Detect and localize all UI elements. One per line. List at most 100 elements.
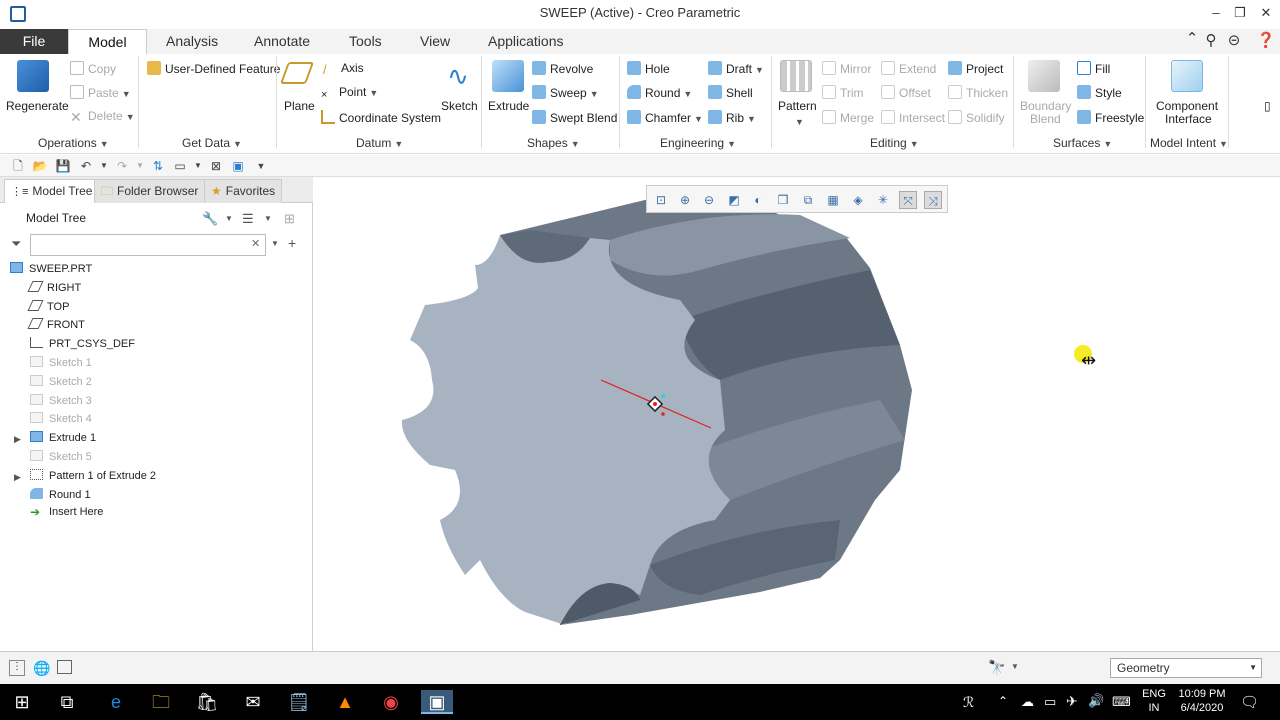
regenerate-small-icon[interactable]: ⇅	[150, 158, 166, 174]
tab-model[interactable]: Model	[68, 29, 147, 54]
tray-expand-icon[interactable]: ⌃	[998, 694, 1008, 708]
notepad-icon[interactable]: 🗒	[287, 690, 311, 714]
datum-display-filters-icon[interactable]: ◈	[849, 191, 867, 209]
style-button[interactable]: Style	[1077, 85, 1122, 100]
close-window-icon[interactable]: ⊠	[208, 158, 224, 174]
chrome-icon[interactable]: ◉	[379, 690, 403, 714]
add-filter-icon[interactable]: +	[288, 235, 296, 251]
axis-button[interactable]: / Axis	[323, 61, 364, 78]
thicken-button[interactable]: Thicken	[948, 85, 1008, 100]
tab-tools[interactable]: Tools	[343, 29, 388, 54]
shell-button[interactable]: Shell	[708, 85, 753, 100]
graphics-window[interactable]: ⇹	[314, 177, 1280, 651]
sketch-icon[interactable]: ∿	[442, 60, 474, 92]
show-navigator-icon[interactable]: ⋮	[9, 660, 25, 676]
mirror-button[interactable]: Mirror	[822, 61, 871, 76]
show-browser-icon[interactable]: 🌐	[33, 660, 50, 677]
language-indicator[interactable]: ENG IN	[1140, 687, 1168, 715]
paste-button[interactable]: Paste ▼	[70, 85, 131, 100]
tree-expand-icon[interactable]: ▶	[14, 472, 21, 483]
component-interface-icon[interactable]	[1171, 60, 1203, 92]
extend-button[interactable]: Extend	[881, 61, 936, 76]
rotate-view-icon[interactable]: ⤨	[924, 191, 942, 209]
undo-icon[interactable]: ↶	[78, 158, 94, 174]
delete-button[interactable]: ✕ Delete ▼	[70, 109, 135, 125]
tree-item[interactable]: Pattern 1 of Extrude 2	[30, 468, 156, 487]
minimize-button[interactable]: –	[1206, 4, 1226, 22]
pattern-icon[interactable]	[780, 60, 812, 92]
full-screen-icon[interactable]	[57, 660, 72, 674]
repaint-icon[interactable]: ◩	[725, 191, 743, 209]
redo-dropdown-icon[interactable]: ▼	[132, 158, 148, 174]
annotation-display-icon[interactable]: ✳	[874, 191, 892, 209]
model-tree-search-input[interactable]	[30, 234, 266, 256]
editing-group-label[interactable]: Editing ▼	[870, 136, 919, 150]
help-icon[interactable]: ❓	[1256, 31, 1276, 51]
boundary-blend-label-1[interactable]: Boundary	[1020, 99, 1071, 113]
tree-item[interactable]: Sketch 5	[30, 450, 92, 468]
shapes-group-label[interactable]: Shapes ▼	[527, 136, 580, 150]
pattern-dropdown[interactable]: ▼	[792, 114, 804, 128]
chamfer-button[interactable]: Chamfer ▼	[627, 110, 703, 125]
zoom-in-icon[interactable]: ⊕	[676, 191, 694, 209]
tree-item[interactable]: SWEEP.PRT	[10, 262, 92, 280]
fill-button[interactable]: Fill	[1077, 61, 1110, 76]
vlc-icon[interactable]: ▲	[333, 690, 357, 714]
tab-view[interactable]: View	[414, 29, 456, 54]
offset-button[interactable]: Offset	[881, 85, 931, 100]
notifications-icon[interactable]: 🗨	[1240, 693, 1259, 711]
revolve-button[interactable]: Revolve	[532, 61, 593, 76]
selection-filter-dropdown[interactable]: Geometry ▼	[1110, 658, 1262, 678]
show-columns-dropdown-icon[interactable]: ▼	[264, 214, 272, 223]
tree-item[interactable]: RIGHT	[27, 280, 81, 299]
rib-button[interactable]: Rib ▼	[708, 110, 756, 125]
intersect-button[interactable]: Intersect	[881, 110, 945, 125]
restore-button[interactable]: ❐	[1230, 4, 1250, 22]
regenerate-button[interactable]: Regenerate	[6, 99, 69, 113]
tree-item[interactable]: Sketch 2	[30, 374, 92, 393]
boundary-blend-label-2[interactable]: Blend	[1030, 112, 1061, 126]
store-icon[interactable]: 🛍	[195, 690, 219, 714]
tree-item[interactable]: FRONT	[27, 318, 85, 336]
people-icon[interactable]: ℛ	[963, 694, 974, 711]
battery-icon[interactable]: ▭	[1044, 694, 1056, 710]
pattern-button[interactable]: Pattern	[778, 99, 817, 113]
copy-button[interactable]: Copy	[70, 61, 116, 76]
tree-item[interactable]: ➔ Insert Here	[30, 506, 103, 524]
collapse-ribbon-icon[interactable]: ⌃	[1182, 29, 1202, 49]
regenerate-icon[interactable]	[17, 60, 49, 92]
tab-folder-browser[interactable]: 🗀 Folder Browser	[94, 179, 206, 203]
filter-icon[interactable]: ⏷	[11, 236, 21, 252]
extrude-icon[interactable]	[492, 60, 524, 92]
find-dropdown-icon[interactable]: ▼	[1011, 662, 1019, 671]
draft-button[interactable]: Draft ▼	[708, 61, 764, 76]
project-button[interactable]: Project	[948, 61, 1003, 76]
round-button[interactable]: Round ▼	[627, 85, 692, 100]
clear-search-icon[interactable]: ✕	[251, 237, 260, 250]
point-button[interactable]: × Point ▼	[321, 85, 378, 103]
tree-settings-icon[interactable]: 🔧	[202, 211, 218, 227]
new-file-icon[interactable]: 🗋	[10, 158, 26, 174]
mail-icon[interactable]: ✉	[241, 690, 265, 714]
hole-button[interactable]: Hole	[627, 61, 670, 76]
settings-icon[interactable]: ⊝	[1224, 31, 1244, 51]
sweep-button[interactable]: Sweep ▼	[532, 85, 599, 100]
tree-item[interactable]: Sketch 1	[30, 356, 92, 374]
save-icon[interactable]: 💾	[55, 158, 71, 174]
view-manager-icon[interactable]: ⧉	[799, 191, 817, 209]
tree-filter-toggle-icon[interactable]: ⊞	[284, 211, 295, 227]
perspective-view-icon[interactable]: ▦	[824, 191, 842, 209]
clock[interactable]: 10:09 PM 6/4/2020	[1174, 687, 1230, 715]
csys-button[interactable]: Coordinate System	[321, 110, 441, 125]
gear-model[interactable]: ⇹	[314, 177, 1280, 651]
creo-app-icon[interactable]: ▣	[421, 690, 453, 714]
surfaces-group-label[interactable]: Surfaces ▼	[1053, 136, 1112, 150]
tree-item[interactable]: TOP	[27, 299, 69, 318]
plane-button[interactable]: Plane	[284, 99, 315, 113]
refit-icon[interactable]: ⊡	[652, 191, 670, 209]
udf-button[interactable]: User-Defined Feature	[147, 61, 280, 76]
tree-item[interactable]: PRT_CSYS_DEF	[30, 337, 135, 355]
redo-icon[interactable]: ↷	[114, 158, 130, 174]
tree-item[interactable]: Round 1	[30, 487, 91, 506]
search-icon[interactable]: ⚲	[1201, 31, 1221, 51]
